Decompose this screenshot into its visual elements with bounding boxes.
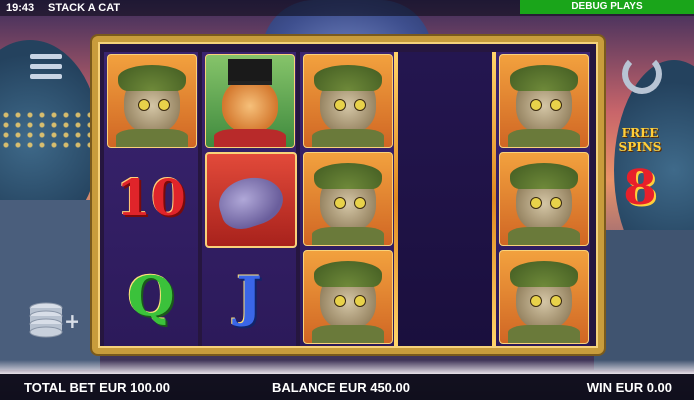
j-symbol: J (205, 250, 293, 342)
top-bar: 19:43 STACK A CAT DEBUG PLAYS (0, 0, 694, 16)
free-spins-label: FREE SPINS (608, 126, 672, 154)
cat-eye (334, 295, 346, 307)
detective-cat-symbol (107, 54, 197, 148)
house-right (594, 230, 694, 370)
cat-cap (510, 261, 578, 287)
win: WIN EUR 0.00 (586, 380, 672, 395)
cat-cap (510, 65, 578, 91)
detective-cat-symbol (303, 152, 393, 246)
reel-1: 10 Q (104, 52, 198, 346)
reel-3 (300, 52, 394, 346)
game-title: STACK A CAT (48, 2, 121, 14)
cat-eye (530, 197, 542, 209)
cat-eye (334, 99, 346, 111)
cat-coat (508, 325, 580, 343)
cat-eye (354, 295, 366, 307)
cat-coat (214, 129, 286, 147)
game-stage: 19:43 STACK A CAT DEBUG PLAYS 10 Q J + FRE… (0, 0, 694, 400)
cat-cap (118, 65, 186, 91)
cat-head (222, 79, 278, 133)
clock: 19:43 (6, 2, 35, 14)
cat-eye (550, 295, 562, 307)
reel-2: J (202, 52, 297, 346)
reel-5 (496, 52, 590, 346)
q-symbol-label: Q (127, 264, 175, 328)
bottom-glow (0, 360, 694, 374)
total-bet: TOTAL BET EUR 100.00 (24, 380, 170, 395)
coin-stack-icon[interactable]: + (26, 298, 81, 340)
cat-coat (508, 129, 580, 147)
cat-cap (314, 163, 382, 189)
free-spins-label-line1: FREE (621, 126, 659, 140)
cat-eye (530, 99, 542, 111)
cat-eye (138, 99, 150, 111)
top-hat (228, 59, 272, 85)
string-lights (0, 110, 100, 150)
svg-text:+: + (64, 309, 78, 333)
spin-icon[interactable] (622, 54, 662, 94)
reels-area: 10 Q J (104, 52, 590, 346)
debug-plays-button[interactable]: DEBUG PLAYS (520, 0, 694, 14)
cat-coat (312, 227, 384, 245)
top-hat-cat-symbol (205, 54, 295, 148)
detective-cat-symbol (303, 54, 393, 148)
cat-eye (354, 197, 366, 209)
cat-eye (550, 197, 562, 209)
ten-symbol: 10 (107, 152, 195, 244)
reel-4 (398, 52, 492, 346)
bottom-bar: TOTAL BET EUR 100.00 BALANCE EUR 450.00 … (0, 374, 694, 400)
free-spins-count: 8 (623, 160, 657, 216)
toy-mouse-symbol (205, 152, 297, 248)
cat-coat (312, 325, 384, 343)
mouse-icon (213, 169, 289, 235)
ten-symbol-label: 10 (116, 168, 186, 227)
house-left (0, 200, 100, 370)
cat-coat (508, 227, 580, 245)
cat-cap (314, 65, 382, 91)
q-symbol: Q (107, 250, 195, 342)
cat-eye (550, 99, 562, 111)
cat-cap (510, 163, 578, 189)
cat-eye (530, 295, 542, 307)
cat-eye (158, 99, 170, 111)
balance: BALANCE EUR 450.00 (272, 380, 410, 395)
detective-cat-symbol (303, 250, 393, 344)
j-symbol-label: J (236, 264, 262, 328)
cat-eye (354, 99, 366, 111)
cat-eye (334, 197, 346, 209)
reel-divider (394, 52, 398, 346)
cat-coat (312, 129, 384, 147)
detective-cat-symbol (499, 54, 589, 148)
free-spins-label-line2: SPINS (618, 140, 662, 154)
menu-icon[interactable] (30, 54, 62, 82)
cat-cap (314, 261, 382, 287)
detective-cat-symbol (499, 250, 589, 344)
reel-divider (492, 52, 496, 346)
detective-cat-symbol (499, 152, 589, 246)
cat-coat (116, 129, 188, 147)
